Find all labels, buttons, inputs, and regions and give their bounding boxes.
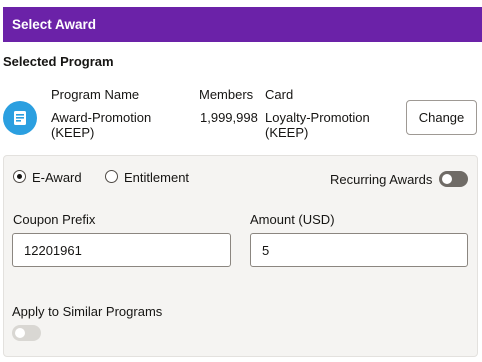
dialog-header: Select Award — [3, 7, 482, 42]
card-value: Loyalty-Promotion (KEEP) — [265, 110, 370, 140]
column-header-program-name: Program Name — [51, 87, 140, 102]
entitlement-label[interactable]: Entitlement — [124, 170, 189, 185]
dialog-title: Select Award — [12, 17, 97, 32]
toggle-knob — [442, 174, 452, 184]
section-title: Selected Program — [3, 54, 114, 69]
members-value: 1,999,998 — [200, 110, 258, 125]
recurring-awards-label: Recurring Awards — [330, 172, 433, 187]
recurring-awards-toggle[interactable] — [439, 171, 468, 187]
program-icon — [3, 101, 37, 135]
program-name-value: Award-Promotion (KEEP) — [51, 110, 152, 140]
e-award-label[interactable]: E-Award — [32, 170, 82, 185]
column-header-members: Members — [199, 87, 254, 102]
amount-input[interactable] — [250, 233, 468, 267]
coupon-prefix-input[interactable] — [12, 233, 231, 267]
e-award-radio[interactable] — [13, 170, 26, 183]
amount-label: Amount (USD) — [250, 212, 335, 227]
apply-similar-toggle[interactable] — [12, 325, 41, 341]
entitlement-radio[interactable] — [105, 170, 118, 183]
apply-similar-label: Apply to Similar Programs — [12, 304, 163, 319]
coupon-prefix-label: Coupon Prefix — [13, 212, 96, 227]
change-button[interactable]: Change — [406, 100, 477, 135]
toggle-knob — [15, 328, 25, 338]
column-header-card: Card — [265, 87, 294, 102]
